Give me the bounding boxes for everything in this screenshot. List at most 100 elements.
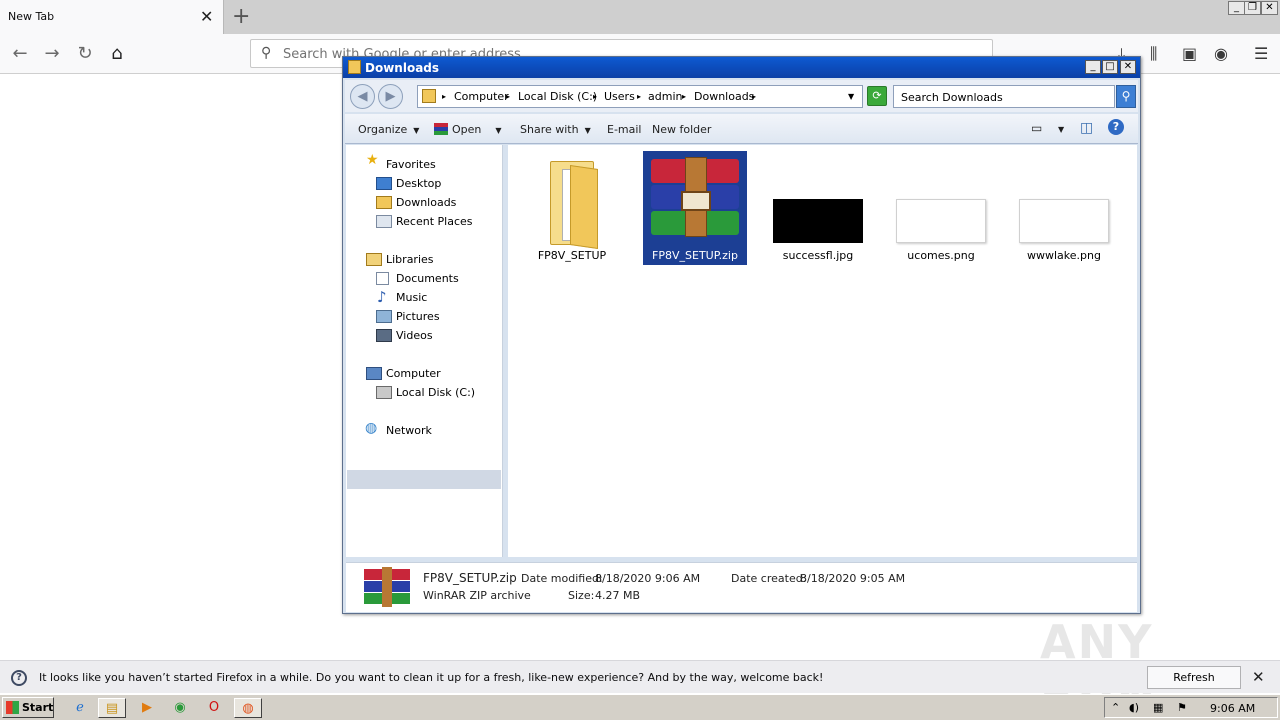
recent-places-icon xyxy=(376,215,392,228)
network-tray-icon[interactable]: ▦ xyxy=(1153,701,1163,714)
winrar-small-icon xyxy=(434,123,448,135)
breadcrumb-computer[interactable]: Computer xyxy=(454,90,509,103)
documents-icon xyxy=(376,272,389,285)
navigation-pane: ★ Favorites Desktop Downloads Recent Pla… xyxy=(346,145,503,557)
share-with-label: Share with xyxy=(520,123,579,136)
account-icon[interactable]: ◉ xyxy=(1214,44,1228,63)
folder-small-icon xyxy=(422,89,436,103)
file-label: ucomes.png xyxy=(907,249,975,262)
tab-new-tab[interactable]: New Tab ✕ xyxy=(0,0,224,34)
system-tray: ⌃ ◖) ▦ ⚑ 9:06 AM xyxy=(1104,697,1278,718)
reload-icon[interactable]: ↻ xyxy=(71,40,99,68)
nav-desktop[interactable]: Desktop xyxy=(396,177,441,190)
date-created-value: 8/18/2020 9:05 AM xyxy=(800,572,906,585)
volume-icon[interactable]: ◖) xyxy=(1129,701,1139,714)
nav-recent-places[interactable]: Recent Places xyxy=(396,215,473,228)
explorer-window: Downloads _ □ ✕ ◀ ▶ ▸ Computer ▸ Local D… xyxy=(342,56,1141,614)
firefox-tab-bar: New Tab ✕ + _ ❐ ✕ xyxy=(0,0,1280,34)
image-thumbnail xyxy=(1019,199,1109,243)
refresh-firefox-button[interactable]: Refresh Firefox… xyxy=(1147,666,1241,705)
forward-icon[interactable]: ▶ xyxy=(378,84,403,109)
notification-close-icon[interactable]: ✕ xyxy=(1252,668,1265,686)
open-button[interactable]: Open ▼ xyxy=(434,123,502,136)
minimize-button[interactable]: _ xyxy=(1228,1,1245,15)
help-icon[interactable]: ? xyxy=(1108,119,1124,135)
share-with-button[interactable]: Share with ▼ xyxy=(520,123,591,136)
tab-close-icon[interactable]: ✕ xyxy=(200,7,213,26)
breadcrumb[interactable]: ▸ Computer ▸ Local Disk (C:) ▸ Users ▸ a… xyxy=(417,85,863,108)
internet-explorer-icon[interactable]: ℯ xyxy=(66,698,94,718)
explorer-title-bar[interactable]: Downloads _ □ ✕ xyxy=(343,57,1140,78)
nav-documents[interactable]: Documents xyxy=(396,272,459,285)
explorer-minimize-button[interactable]: _ xyxy=(1085,60,1101,74)
nav-computer[interactable]: Computer xyxy=(386,367,441,380)
back-arrow-icon[interactable]: ← xyxy=(6,40,34,68)
breadcrumb-downloads[interactable]: Downloads xyxy=(694,90,754,103)
nav-libraries[interactable]: Libraries xyxy=(386,253,434,266)
clock[interactable]: 9:06 AM xyxy=(1210,702,1255,715)
view-options-icon[interactable]: ▭ xyxy=(1031,121,1042,135)
address-bar-row: ◀ ▶ ▸ Computer ▸ Local Disk (C:) ▸ Users… xyxy=(345,80,1138,112)
winrar-archive-icon xyxy=(651,157,739,237)
firefox-taskbar-icon[interactable]: ◍ xyxy=(234,698,262,718)
nav-network[interactable]: Network xyxy=(386,424,432,437)
library-icon[interactable]: ⫼ xyxy=(1150,44,1157,64)
network-globe-icon: ◍ xyxy=(365,420,378,436)
file-label: FP8V_SETUP.zip xyxy=(652,249,738,262)
back-icon[interactable]: ◀ xyxy=(350,84,375,109)
tray-expand-icon[interactable]: ⌃ xyxy=(1111,701,1120,714)
explorer-taskbar-icon[interactable]: ▤ xyxy=(98,698,126,718)
nav-pictures[interactable]: Pictures xyxy=(396,310,440,323)
organize-button[interactable]: Organize ▼ xyxy=(358,123,419,136)
nav-favorites[interactable]: Favorites xyxy=(386,158,436,171)
refresh-icon[interactable]: ⟳ xyxy=(867,86,887,106)
music-icon: ♪ xyxy=(377,288,387,306)
file-item-image[interactable]: ucomes.png xyxy=(889,151,993,265)
restore-button[interactable]: ❐ xyxy=(1244,1,1261,15)
breadcrumb-admin[interactable]: admin xyxy=(648,90,682,103)
preview-pane-icon[interactable]: ◫ xyxy=(1080,120,1093,136)
size-label: Size: xyxy=(568,589,595,602)
view-dropdown-icon[interactable]: ▼ xyxy=(1058,125,1064,134)
media-player-icon[interactable]: ▶ xyxy=(133,698,161,718)
local-disk-icon xyxy=(376,386,392,399)
breadcrumb-users[interactable]: Users xyxy=(604,90,635,103)
start-button[interactable]: Start xyxy=(2,697,54,718)
downloads-folder-icon xyxy=(376,196,392,209)
details-filetype: WinRAR ZIP archive xyxy=(423,589,531,602)
address-dropdown-icon[interactable]: ▼ xyxy=(848,92,854,101)
explorer-close-button[interactable]: ✕ xyxy=(1120,60,1136,74)
videos-icon xyxy=(376,329,392,342)
chrome-icon[interactable]: ◉ xyxy=(166,698,194,718)
command-bar: Organize ▼ Open ▼ Share with ▼ E-mail New f… xyxy=(345,114,1138,144)
file-item-image[interactable]: successfl.jpg xyxy=(766,151,870,265)
forward-arrow-icon[interactable]: → xyxy=(38,40,66,68)
breadcrumb-local-disk[interactable]: Local Disk (C:) xyxy=(518,90,597,103)
nav-music[interactable]: Music xyxy=(396,291,427,304)
search-input[interactable]: Search Downloads xyxy=(893,85,1115,108)
date-modified-value: 8/18/2020 9:06 AM xyxy=(595,572,701,585)
file-item-image[interactable]: wwwlake.png xyxy=(1012,151,1116,265)
hamburger-menu-icon[interactable]: ☰ xyxy=(1254,44,1268,63)
file-label: FP8V_SETUP xyxy=(537,249,607,262)
email-button[interactable]: E-mail xyxy=(607,123,642,136)
new-tab-button[interactable]: + xyxy=(232,4,250,29)
size-value: 4.27 MB xyxy=(595,589,641,602)
search-magnifier-icon[interactable]: ⚲ xyxy=(1116,85,1136,108)
window-title: Downloads xyxy=(365,61,440,75)
nav-downloads[interactable]: Downloads xyxy=(396,196,456,209)
file-item-zip-selected[interactable]: FP8V_SETUP.zip xyxy=(643,151,747,265)
action-center-flag-icon[interactable]: ⚑ xyxy=(1177,701,1187,714)
nav-videos[interactable]: Videos xyxy=(396,329,433,342)
opera-icon[interactable]: O xyxy=(200,698,228,718)
file-item-folder[interactable]: FP8V_SETUP xyxy=(520,151,624,265)
close-window-button[interactable]: ✕ xyxy=(1261,1,1278,15)
home-icon[interactable]: ⌂ xyxy=(103,40,131,68)
file-label: successfl.jpg xyxy=(782,249,854,262)
nav-selection-highlight xyxy=(347,470,501,489)
explorer-maximize-button[interactable]: □ xyxy=(1102,60,1118,74)
sidebar-icon[interactable]: ▣ xyxy=(1182,44,1197,63)
search-placeholder: Search Downloads xyxy=(901,91,1003,104)
new-folder-button[interactable]: New folder xyxy=(652,123,711,136)
nav-local-disk[interactable]: Local Disk (C:) xyxy=(396,386,475,399)
